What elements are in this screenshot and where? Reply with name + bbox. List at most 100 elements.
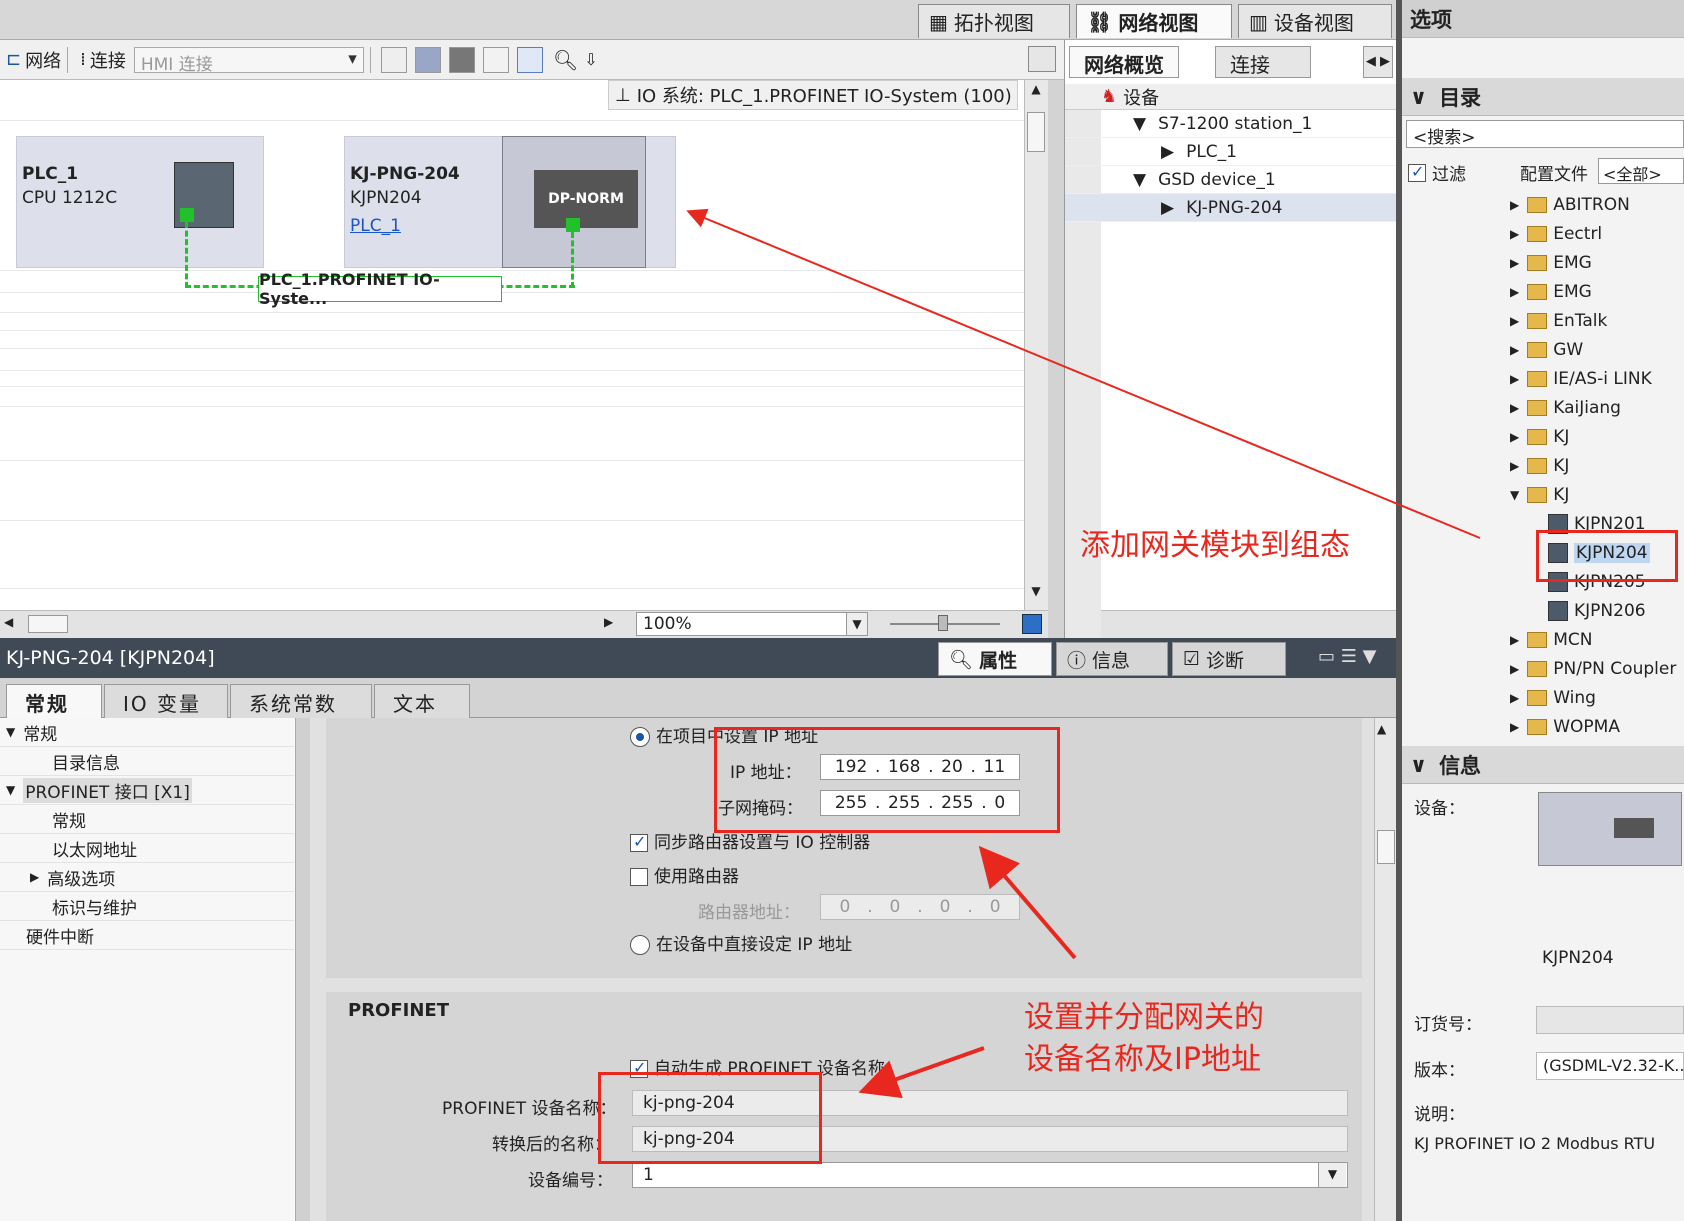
grid-icon[interactable]	[482, 46, 509, 73]
catalog-folder-item[interactable]: ▶ KaiJiang	[1402, 393, 1684, 422]
subtab-system-constants[interactable]: 系统常数	[230, 684, 372, 718]
zoom-select[interactable]: 100%	[636, 612, 868, 636]
catalog-folder-item[interactable]: ▼ KJ	[1402, 480, 1684, 509]
tree-item-hardware-interrupts[interactable]: 硬件中断	[0, 921, 294, 950]
catalog-folder-item[interactable]: ▶ Eectrl	[1402, 219, 1684, 248]
catalog-folder-item[interactable]: ▶ KJ	[1402, 451, 1684, 480]
hscroll-thumb[interactable]	[28, 615, 68, 633]
collapse-icon[interactable]: ▶	[30, 870, 39, 884]
checkbox-icon[interactable]	[1408, 162, 1426, 182]
catalog-search-input[interactable]: <搜索>	[1406, 120, 1684, 148]
set-ip-on-device-radio[interactable]: 在设备中直接设定 IP 地址	[630, 930, 852, 955]
collapse-icon[interactable]: ▶	[1510, 314, 1519, 328]
gateway-port-icon[interactable]	[566, 218, 580, 232]
tree-item-catalog-info[interactable]: 目录信息	[0, 747, 294, 776]
collapse-icon[interactable]: ▶	[1510, 459, 1519, 473]
collapse-icon[interactable]: ▶	[1510, 343, 1519, 357]
scroll-left-icon[interactable]: ◀	[4, 615, 13, 629]
tab-connections[interactable]: 连接	[1215, 46, 1311, 78]
scroll-up-icon[interactable]: ▲	[1027, 82, 1045, 102]
collapse-icon[interactable]: ▶	[1510, 285, 1519, 299]
collapse-icon[interactable]: ▶	[1510, 633, 1519, 647]
layout-icon[interactable]	[516, 46, 543, 73]
zoom-slider-handle[interactable]	[938, 615, 948, 631]
subtab-general[interactable]: 常规	[6, 684, 102, 718]
catalog-folder-item[interactable]: ▶ MCN	[1402, 625, 1684, 654]
tree-item-general[interactable]: ▼ 常规	[0, 718, 294, 747]
device-number-select[interactable]: 1	[632, 1162, 1348, 1188]
expand-icon[interactable]: ▼	[1133, 170, 1146, 190]
tab-topology-view[interactable]: ▦ 拓扑视图	[918, 4, 1070, 38]
chevron-down-icon[interactable]: ▼	[1318, 1163, 1346, 1187]
name-display-icon[interactable]	[380, 46, 407, 73]
overview-hscroll[interactable]	[1101, 610, 1397, 638]
connection-type-select[interactable]: HMI 连接	[133, 46, 364, 75]
profinet-network-label[interactable]: PLC_1.PROFINET IO-Syste...	[258, 270, 502, 308]
overview-row-plc[interactable]: ▶ PLC_1	[1065, 138, 1397, 166]
tab-device-view[interactable]: ▥ 设备视图	[1238, 4, 1392, 38]
radio-icon[interactable]	[630, 727, 650, 747]
collapse-icon[interactable]: ▶	[1510, 691, 1519, 705]
network-button[interactable]: ⊏ 网络	[6, 47, 61, 73]
scroll-thumb[interactable]	[1027, 112, 1045, 152]
tab-diagnostics[interactable]: ☑ 诊断	[1172, 642, 1286, 676]
overview-row-gateway[interactable]: ▶ KJ-PNG-204	[1065, 194, 1397, 222]
gateway-io-controller-link[interactable]: PLC_1	[350, 216, 401, 236]
tab-info[interactable]: ⓘ 信息	[1056, 642, 1168, 676]
collapse-icon[interactable]: ▶	[1510, 720, 1519, 734]
catalog-folder-item[interactable]: ▶ WOPMA	[1402, 712, 1684, 741]
overview-toggle-icon[interactable]	[1022, 614, 1042, 634]
expand-icon[interactable]: ▼	[6, 783, 15, 797]
window-controls-icon[interactable]: ▭ ☰ ▼	[1318, 646, 1376, 667]
address-icon[interactable]	[414, 46, 441, 73]
canvas-vertical-scrollbar[interactable]: ▲ ▼	[1024, 80, 1048, 610]
tab-scroll-icon[interactable]: ◀ ▶	[1363, 46, 1393, 78]
print-icon[interactable]	[448, 46, 475, 73]
canvas-horizontal-scrollbar[interactable]: ◀ ▶	[0, 610, 1048, 638]
catalog-folder-item[interactable]: ▶ GW	[1402, 335, 1684, 364]
scroll-down-icon[interactable]: ▼	[1027, 584, 1045, 604]
plc-port-icon[interactable]	[180, 208, 194, 222]
filter-checkbox[interactable]: 过滤	[1408, 160, 1466, 185]
collapse-icon[interactable]: ▶	[1510, 662, 1519, 676]
catalog-folder-item[interactable]: ▶ EMG	[1402, 277, 1684, 306]
tree-splitter[interactable]	[296, 718, 310, 1221]
use-router-checkbox[interactable]: 使用路由器	[630, 862, 739, 887]
catalog-folder-item[interactable]: ▶ ABITRON	[1402, 190, 1684, 219]
tree-item-pn-general[interactable]: 常规	[0, 805, 294, 834]
catalog-folder-item[interactable]: ▶ EnTalk	[1402, 306, 1684, 335]
content-scrollbar[interactable]: ▲	[1374, 718, 1396, 1221]
scroll-right-icon[interactable]: ▶	[604, 615, 613, 629]
catalog-folder-item[interactable]: ▶ PN/PN Coupler	[1402, 654, 1684, 683]
tab-network-overview[interactable]: 网络概览	[1069, 46, 1179, 78]
tab-properties[interactable]: 🔍︎ 属性	[938, 642, 1052, 676]
chevron-down-icon[interactable]: ∨	[1410, 85, 1427, 109]
expand-icon[interactable]: ▼	[1510, 488, 1519, 502]
zoom-icon[interactable]: 🔍︎	[553, 48, 578, 72]
scroll-up-icon[interactable]: ▲	[1377, 722, 1386, 736]
info-header[interactable]: ∨ 信息	[1402, 746, 1684, 784]
overview-row-gsd[interactable]: ▼ GSD device_1	[1065, 166, 1397, 194]
checkbox-icon[interactable]	[630, 868, 648, 886]
tree-item-profinet-interface[interactable]: ▼ PROFINET 接口 [X1]	[0, 776, 294, 805]
pin-icon[interactable]: ⊥	[615, 85, 631, 106]
tree-item-ethernet-addresses[interactable]: 以太网地址	[0, 834, 294, 863]
collapse-icon[interactable]: ▶	[1510, 256, 1519, 270]
catalog-module-item[interactable]: KJPN206	[1402, 596, 1684, 625]
catalog-folder-item[interactable]: ▶ KJ	[1402, 422, 1684, 451]
connect-button[interactable]: ⁞ 连接	[80, 47, 126, 73]
radio-icon[interactable]	[630, 935, 650, 955]
panel-icon[interactable]	[1028, 46, 1056, 72]
tab-network-view[interactable]: ⛓ 网络视图	[1076, 4, 1232, 38]
tree-item-advanced[interactable]: ▶ 高级选项	[0, 863, 294, 892]
overview-row-station[interactable]: ▼ S7-1200 station_1	[1065, 110, 1397, 138]
catalog-header[interactable]: ∨ 目录	[1402, 78, 1684, 116]
tree-item-identification[interactable]: 标识与维护	[0, 892, 294, 921]
subtab-texts[interactable]: 文本	[374, 684, 470, 718]
subtab-io-tags[interactable]: IO 变量	[104, 684, 228, 718]
collapse-icon[interactable]: ▶	[1510, 430, 1519, 444]
catalog-folder-item[interactable]: ▶ IE/AS-i LINK	[1402, 364, 1684, 393]
collapse-icon[interactable]: ▶	[1510, 372, 1519, 386]
network-canvas[interactable]: PLC_1 CPU 1212C DP-NORM KJ-PNG-204 KJPN2…	[0, 80, 1024, 610]
version-field[interactable]: (GSDML-V2.32-K...	[1536, 1052, 1684, 1080]
